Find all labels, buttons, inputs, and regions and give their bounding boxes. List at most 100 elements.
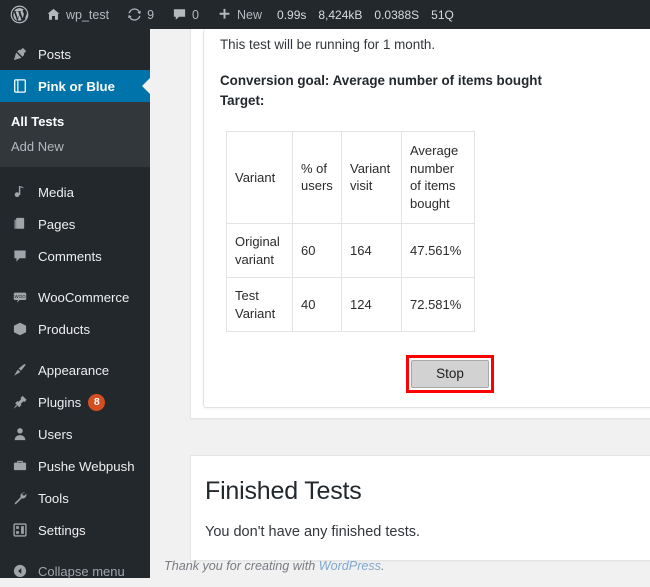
footer-suffix: . — [380, 559, 385, 573]
sidebar-item-label: Users — [38, 426, 73, 442]
sidebar-item-label: Settings — [38, 522, 86, 538]
pin-icon — [9, 44, 31, 64]
sidebar-item-users[interactable]: Users — [0, 418, 150, 450]
updates-icon — [127, 7, 142, 22]
sidebar-item-label: Pushe Webpush — [38, 458, 135, 474]
table-row: Test Variant 40 124 72.581% — [226, 277, 475, 333]
cell-variant-visit: 124 — [341, 277, 402, 333]
sidebar-item-label: Pages — [38, 216, 76, 232]
sidebar-item-posts[interactable]: Posts — [0, 38, 150, 70]
sidebar-item-label: Tools — [38, 490, 69, 506]
admin-bar-new-content[interactable]: New — [208, 0, 271, 29]
cell-variant-name: Original variant — [226, 222, 293, 279]
running-test-card: This test will be running for 1 month. C… — [190, 29, 650, 420]
admin-bar-stat-query-time: 0.0388S — [374, 7, 420, 22]
sidebar-item-pink-or-blue[interactable]: Pink or Blue — [0, 70, 150, 102]
sidebar-item-label: Collapse menu — [38, 563, 125, 579]
wordpress-logo-icon — [10, 5, 29, 24]
stop-button-highlight: Stop — [406, 355, 494, 394]
cell-avg-items-bought: 72.581% — [401, 277, 475, 333]
table-body: Original variant 60 164 47.561% Test Var… — [226, 222, 475, 333]
svg-text:WOO: WOO — [14, 294, 26, 299]
sidebar-item-pushe-webpush[interactable]: Pushe Webpush — [0, 450, 150, 482]
wrench-icon — [9, 488, 31, 508]
admin-footer: Thank you for creating with WordPress. — [164, 559, 384, 573]
column-header-avg-items-bought: Average number of items bought — [401, 130, 475, 224]
footer-thanks-text: Thank you for creating with — [164, 559, 319, 573]
sidebar-item-plugins[interactable]: Plugins 8 — [0, 386, 150, 418]
plus-icon — [217, 7, 232, 22]
comments-count: 0 — [192, 7, 199, 22]
sidebar-item-woocommerce[interactable]: WOO WooCommerce — [0, 281, 150, 313]
column-header-percent-users: % of users — [292, 130, 342, 224]
comment-bubble-icon — [172, 7, 187, 22]
site-name-label: wp_test — [66, 7, 110, 22]
conversion-goal-block: Conversion goal: Average number of items… — [220, 71, 650, 111]
updates-count: 9 — [147, 7, 155, 22]
cell-variant-visit: 164 — [341, 222, 402, 279]
products-box-icon — [9, 319, 31, 339]
sidebar-item-label: Products — [38, 321, 91, 337]
admin-bar-stat-query-count: 51Q — [431, 7, 454, 22]
column-header-variant-visit: Variant visit — [341, 130, 402, 224]
sidebar-item-label: Media — [38, 184, 74, 200]
admin-bar-site-name[interactable]: wp_test — [37, 0, 118, 29]
table-row: Original variant 60 164 47.561% — [226, 222, 475, 279]
sidebar-subitem-add-new[interactable]: Add New — [0, 134, 150, 159]
admin-bar-wordpress-logo[interactable] — [0, 0, 37, 29]
sidebar-item-label: Plugins — [38, 394, 82, 410]
admin-bar: wp_test 9 0 New 0.99s 8,424kB 0.0388S 51… — [0, 0, 650, 29]
finished-tests-title: Finished Tests — [205, 477, 362, 505]
sidebar-item-settings[interactable]: Settings — [0, 514, 150, 546]
user-icon — [9, 424, 31, 444]
column-header-variant: Variant — [226, 130, 293, 224]
variants-results-table: Variant % of users Variant visit Average… — [226, 130, 475, 333]
comment-bubble-icon — [9, 246, 31, 266]
plugins-update-badge: 8 — [88, 393, 106, 411]
target-label: Target: — [220, 92, 265, 108]
pages-icon — [9, 214, 31, 234]
stop-test-button[interactable]: Stop — [411, 360, 489, 389]
woocommerce-icon: WOO — [9, 287, 31, 307]
briefcase-icon — [9, 456, 31, 476]
collapse-arrow-icon — [9, 561, 31, 581]
finished-tests-empty-message: You don't have any finished tests. — [205, 524, 421, 540]
conversion-goal-text: Conversion goal: Average number of items… — [220, 72, 542, 88]
test-duration-text: This test will be running for 1 month. — [220, 37, 436, 52]
sidebar-item-label: Posts — [38, 46, 71, 62]
wordpress-link[interactable]: WordPress — [319, 559, 381, 573]
sidebar-item-products[interactable]: Products — [0, 313, 150, 345]
book-icon — [9, 76, 31, 96]
cell-percent-users: 60 — [292, 222, 342, 279]
sidebar-item-comments[interactable]: Comments — [0, 240, 150, 272]
finished-tests-card: Finished Tests You don't have any finish… — [190, 455, 650, 561]
sidebar-item-media[interactable]: Media — [0, 176, 150, 208]
media-icon — [9, 182, 31, 202]
sidebar-item-collapse-menu[interactable]: Collapse menu — [0, 555, 150, 587]
sidebar-subitem-all-tests[interactable]: All Tests — [0, 109, 150, 134]
sidebar-item-tools[interactable]: Tools — [0, 482, 150, 514]
running-test-inner-panel: This test will be running for 1 month. C… — [203, 29, 650, 409]
table-header-row: Variant % of users Variant visit Average… — [226, 130, 475, 224]
paintbrush-icon — [9, 360, 31, 380]
sidebar-item-pages[interactable]: Pages — [0, 208, 150, 240]
settings-sliders-icon — [9, 520, 31, 540]
stop-button-container: Stop — [220, 355, 650, 394]
home-icon — [46, 7, 61, 22]
cell-avg-items-bought: 47.561% — [401, 222, 475, 279]
admin-bar-comments[interactable]: 0 — [163, 0, 208, 29]
cell-percent-users: 40 — [292, 277, 342, 333]
plug-icon — [9, 392, 31, 412]
admin-sidebar-menu: Posts Pink or Blue All Tests Add New Med… — [0, 29, 150, 579]
admin-bar-stat-memory: 8,424kB — [318, 7, 363, 22]
sidebar-submenu-pink-or-blue: All Tests Add New — [0, 102, 150, 167]
new-content-label: New — [237, 7, 263, 22]
main-content-area: This test will be running for 1 month. C… — [150, 29, 650, 578]
sidebar-item-appearance[interactable]: Appearance — [0, 354, 150, 386]
sidebar-item-label: Appearance — [38, 362, 110, 378]
admin-bar-stat-load-time: 0.99s — [277, 7, 307, 22]
active-menu-arrow-icon — [142, 78, 150, 94]
admin-bar-updates[interactable]: 9 — [118, 0, 163, 29]
cell-variant-name: Test Variant — [226, 277, 293, 333]
sidebar-item-label: Pink or Blue — [38, 78, 115, 94]
